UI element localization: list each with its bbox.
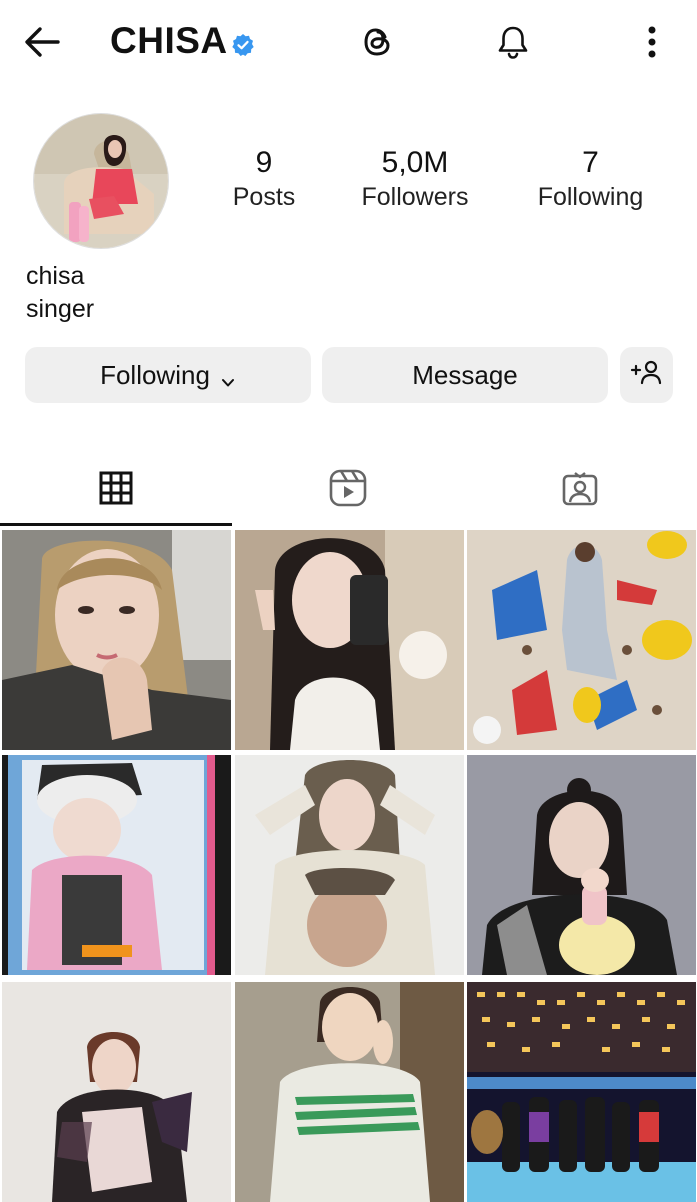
post-thumbnail-8[interactable] <box>235 982 464 1202</box>
stat-following[interactable]: 7 Following <box>528 145 653 213</box>
stat-followers-label: Followers <box>361 183 469 211</box>
threads-icon[interactable] <box>357 20 399 64</box>
tagged-person-icon <box>561 469 599 512</box>
bell-icon[interactable] <box>492 20 534 64</box>
post-thumbnail-2[interactable] <box>235 530 464 750</box>
post-thumbnail-5[interactable] <box>235 755 464 975</box>
following-button[interactable]: Following <box>25 347 311 403</box>
stat-posts-label: Posts <box>232 183 296 211</box>
tab-posts-grid[interactable] <box>0 458 232 522</box>
grid-icon <box>99 471 133 510</box>
post-thumbnail-3[interactable] <box>467 530 696 750</box>
stat-posts-value: 9 <box>255 146 273 179</box>
profile-bio: singer <box>26 295 95 323</box>
post-thumbnail-9[interactable] <box>467 982 696 1202</box>
post-thumbnail-6[interactable] <box>467 755 696 975</box>
stat-posts[interactable]: 9 Posts <box>224 145 304 213</box>
stat-followers-value: 5,0M <box>381 146 449 179</box>
active-tab-indicator <box>0 523 232 526</box>
back-arrow-icon[interactable] <box>18 18 66 66</box>
post-thumbnail-1[interactable] <box>2 530 231 750</box>
message-button-label: Message <box>412 359 518 390</box>
add-user-icon <box>630 358 664 393</box>
post-thumbnail-4[interactable] <box>2 755 231 975</box>
following-button-label: Following <box>100 359 210 390</box>
profile-name: chisa <box>26 262 85 290</box>
profile-avatar[interactable] <box>33 113 169 249</box>
stat-followers[interactable]: 5,0M Followers <box>350 145 480 213</box>
post-thumbnail-7[interactable] <box>2 982 231 1202</box>
message-button[interactable]: Message <box>322 347 608 403</box>
stat-following-label: Following <box>537 183 644 211</box>
tab-tagged[interactable] <box>464 458 696 522</box>
more-vertical-icon[interactable] <box>632 20 672 64</box>
profile-username: CHISA <box>110 20 228 61</box>
tab-reels[interactable] <box>232 458 464 522</box>
reels-icon <box>328 468 368 513</box>
stat-following-value: 7 <box>582 146 599 179</box>
verified-badge-icon <box>231 33 255 57</box>
add-user-button[interactable] <box>620 347 673 403</box>
chevron-down-icon <box>220 367 236 387</box>
